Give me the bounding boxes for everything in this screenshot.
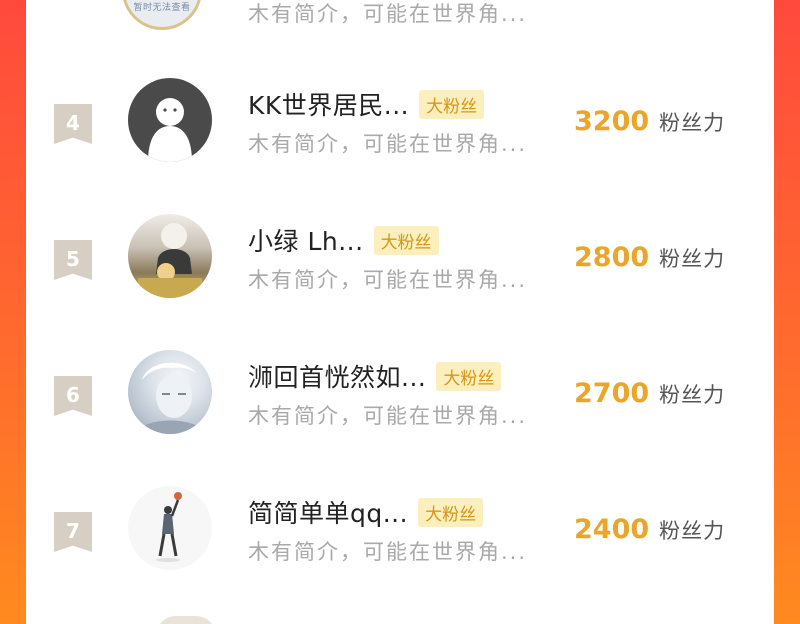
- next-row-avatar-partial: [156, 616, 216, 624]
- list-item[interactable]: 4 KK世界居民... 大粉丝 木有简介，可能在世界角... 3200 粉丝力: [26, 78, 774, 198]
- anime-avatar-icon: [138, 223, 202, 298]
- anime-avatar-icon: [136, 362, 206, 434]
- avatar[interactable]: [128, 214, 212, 298]
- fan-level-badge: 大粉丝: [373, 225, 439, 255]
- fan-ranking-list: 暂时无法查看 木有简介，可能在世界角... 4 KK世界居民... 大粉丝 木有…: [26, 0, 774, 624]
- basketball-player-avatar-icon: [156, 492, 182, 562]
- fan-level-badge: 大粉丝: [418, 497, 484, 527]
- user-bio: 木有简介，可能在世界角...: [248, 404, 528, 428]
- fan-power-value: 3200: [574, 106, 650, 137]
- avatar[interactable]: 暂时无法查看: [122, 0, 202, 30]
- rank-badge: 7: [54, 512, 92, 552]
- list-item-partial[interactable]: 暂时无法查看 木有简介，可能在世界角...: [26, 0, 774, 34]
- list-item[interactable]: 6 浉回首恍然如... 大粉丝 木有简介，可能在世界角... 2700 粉丝力: [26, 350, 774, 470]
- fan-power-value: 2700: [574, 378, 650, 409]
- rank-badge: 6: [54, 376, 92, 416]
- user-bio: 木有简介，可能在世界角...: [248, 540, 528, 564]
- fan-power-label: 粉丝力: [659, 519, 726, 543]
- fan-power-label: 粉丝力: [659, 247, 726, 271]
- avatar[interactable]: [128, 486, 212, 570]
- fan-level-badge: 大粉丝: [419, 89, 485, 119]
- avatar[interactable]: [128, 350, 212, 434]
- list-item[interactable]: 5 小绿 Lh... 大粉丝 木有简介，可能在世界角... 2800 粉丝力: [26, 214, 774, 334]
- user-name[interactable]: 小绿 Lh...: [248, 222, 364, 258]
- fan-power-label: 粉丝力: [659, 383, 726, 407]
- rank-badge: 4: [54, 104, 92, 144]
- user-bio: 木有简介，可能在世界角...: [248, 2, 528, 26]
- user-name[interactable]: 浉回首恍然如...: [248, 358, 426, 394]
- fan-level-badge: 大粉丝: [436, 361, 502, 391]
- user-bio: 木有简介，可能在世界角...: [248, 132, 528, 156]
- user-name[interactable]: 简简单单qq...: [248, 494, 408, 530]
- list-item[interactable]: 7 简简单单qq... 大粉丝 木有简介，可能在世界角... 2400 粉丝力: [26, 486, 774, 606]
- rank-badge: 5: [54, 240, 92, 280]
- fan-power-label: 粉丝力: [659, 111, 726, 135]
- user-name[interactable]: KK世界居民...: [248, 86, 409, 122]
- fan-power-value: 2400: [574, 514, 650, 545]
- avatar[interactable]: [128, 78, 212, 162]
- fan-power-value: 2800: [574, 242, 650, 273]
- avatar-caption: 暂时无法查看: [133, 3, 191, 13]
- user-bio: 木有简介，可能在世界角...: [248, 268, 528, 292]
- ghost-avatar-icon: [148, 98, 192, 162]
